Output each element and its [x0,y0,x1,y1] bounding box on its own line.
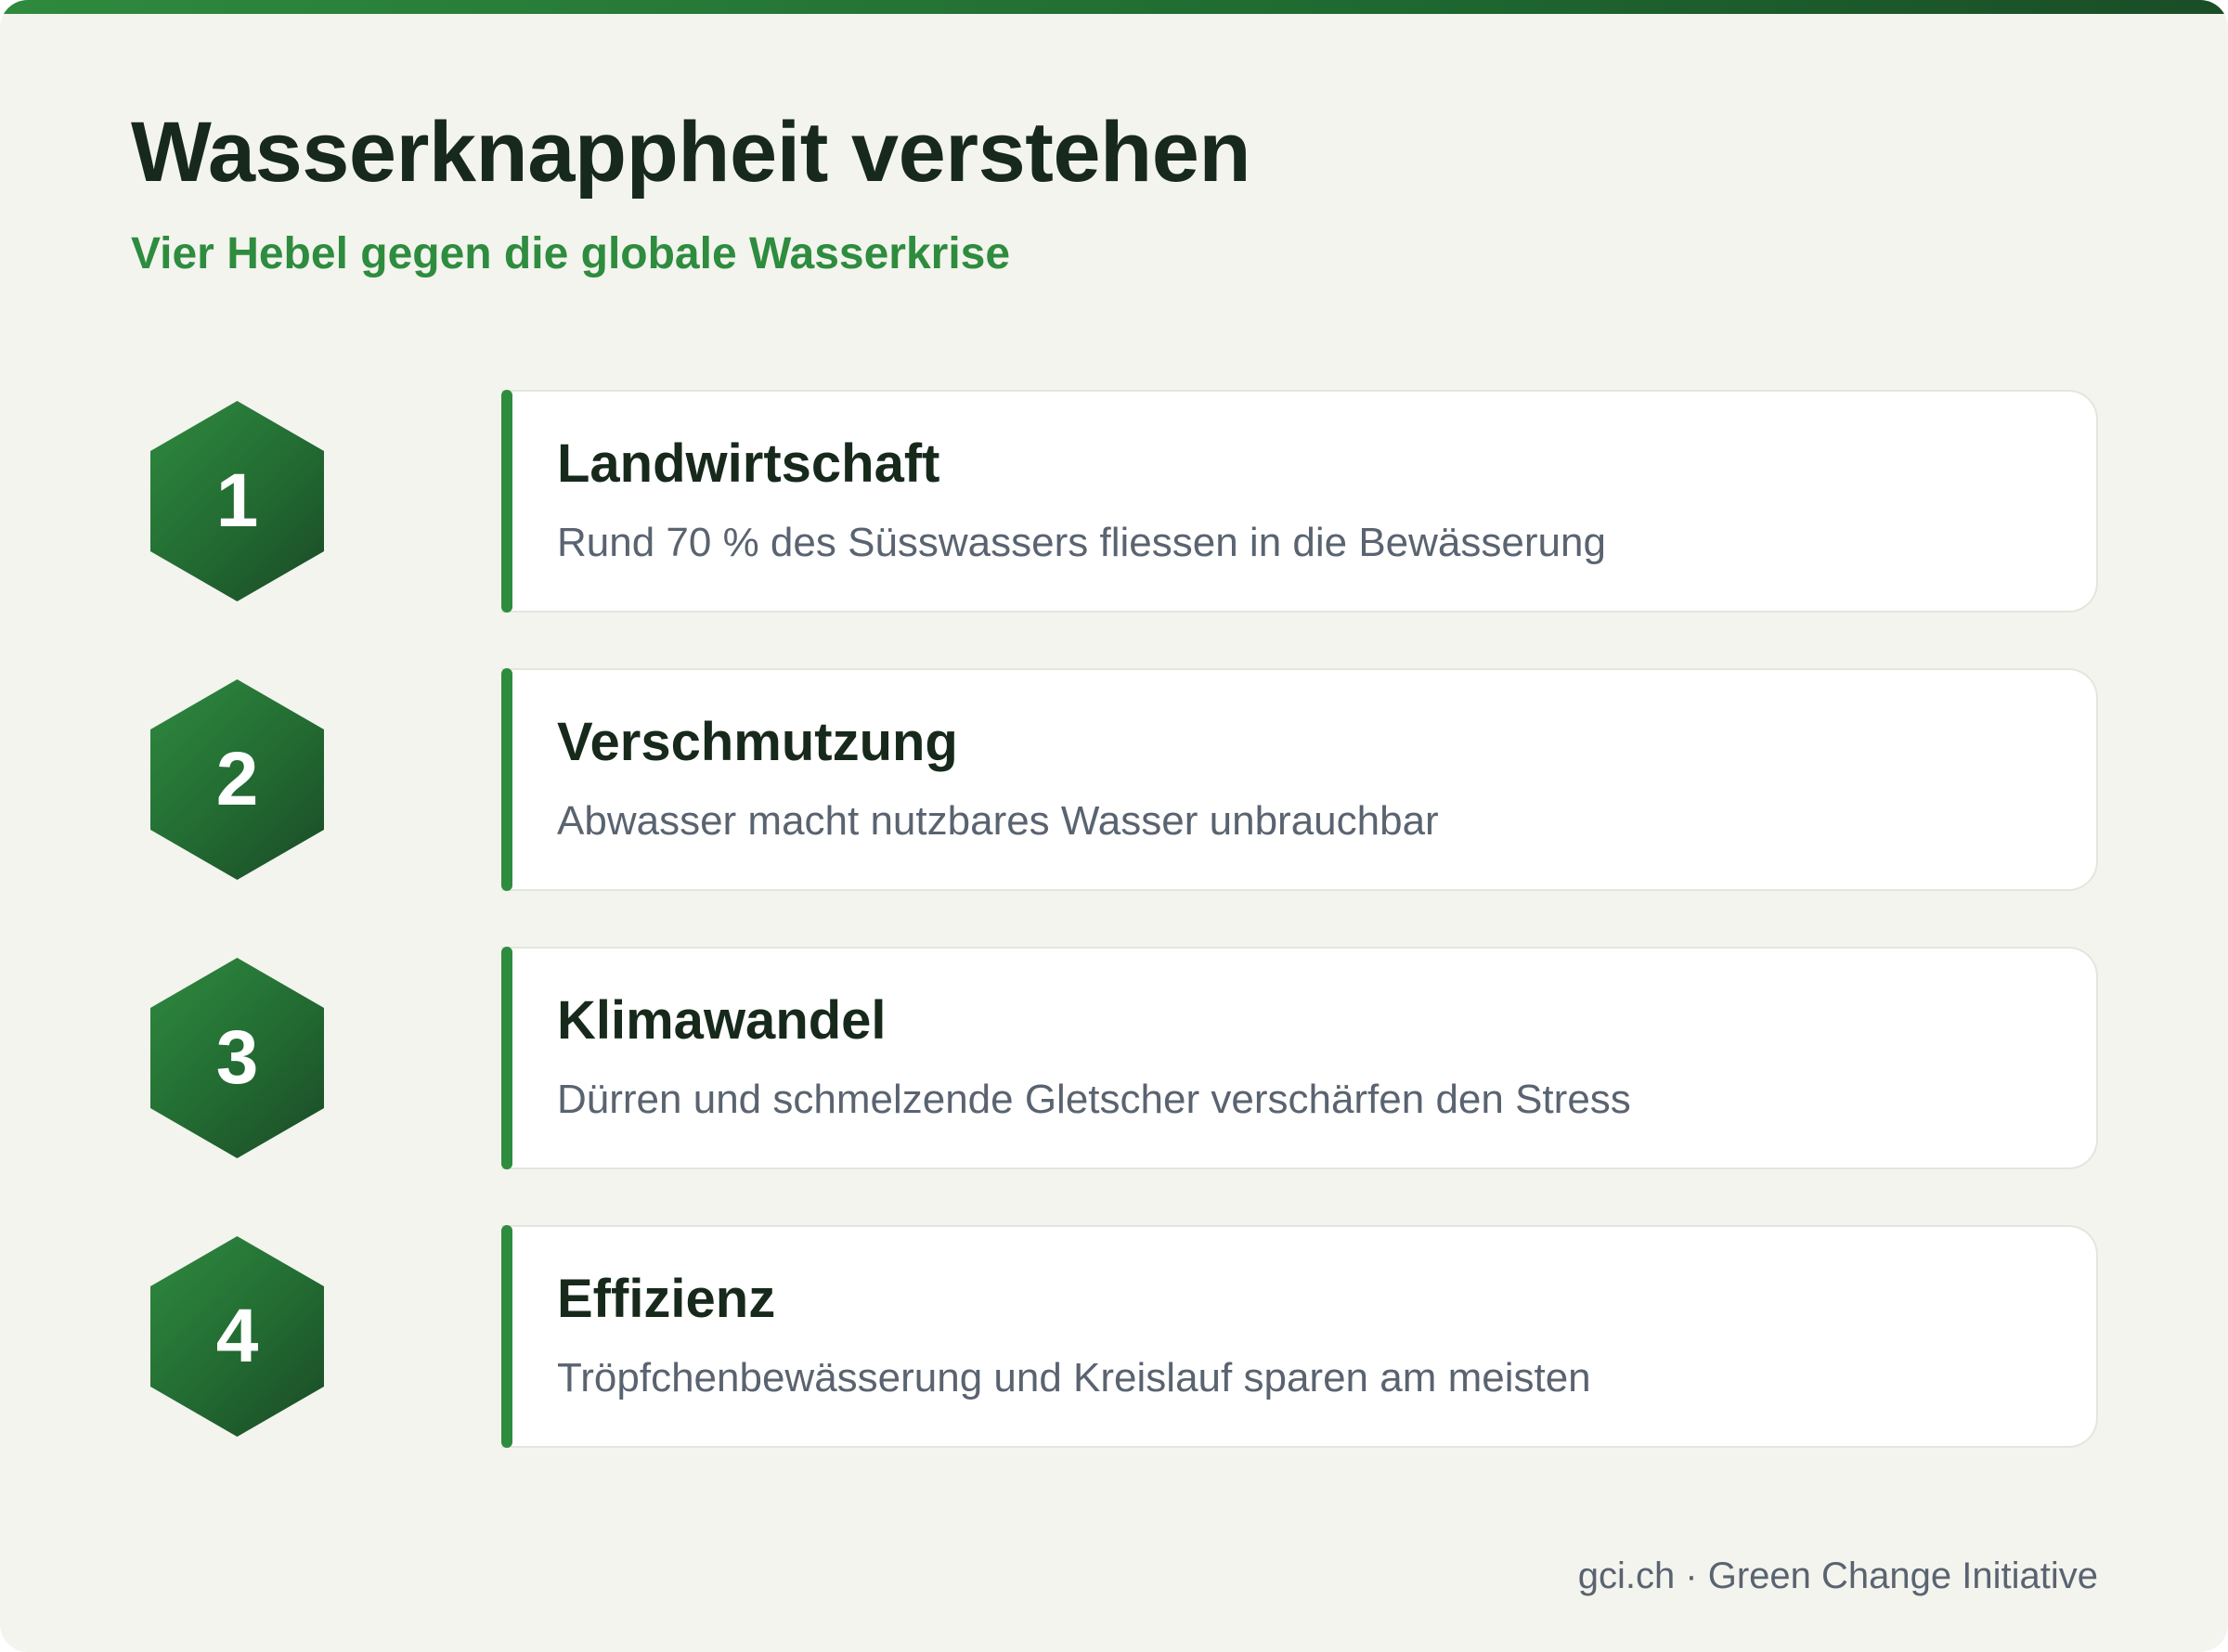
item-title: Effizienz [557,1269,776,1329]
step-number: 3 [215,1015,259,1100]
page-title: Wasserknappheit verstehen [131,105,1251,200]
item-title: Klimawandel [557,990,887,1051]
footer-credit: gci.ch · Green Change Initiative [1577,1555,2098,1596]
top-accent-bar [0,0,2228,14]
step-badge-3: 3 [150,958,324,1158]
list-item-effizienz: Effizienz Tröpfchenbewässerung und Kreis… [501,1225,2098,1448]
item-accent-bar [501,947,512,1169]
item-description: Tröpfchenbewässerung und Kreislauf spare… [557,1355,1591,1400]
item-description: Dürren und schmelzende Gletscher verschä… [557,1077,1631,1122]
item-accent-bar [501,1225,512,1448]
step-number: 1 [215,458,259,543]
item-title: Verschmutzung [557,712,958,772]
list-item-landwirtschaft: Landwirtschaft Rund 70 % des Süsswassers… [501,390,2098,613]
item-title: Landwirtschaft [557,433,940,494]
step-number: 2 [215,737,259,821]
step-number: 4 [215,1294,259,1378]
step-badge-1: 1 [150,401,324,601]
infographic-card: Wasserknappheit verstehen Vier Hebel geg… [0,0,2228,1652]
list-item-verschmutzung: Verschmutzung Abwasser macht nutzbares W… [501,668,2098,891]
step-badge-2: 2 [150,679,324,880]
item-description: Rund 70 % des Süsswassers fliessen in di… [557,520,1606,565]
item-description: Abwasser macht nutzbares Wasser unbrauch… [557,798,1439,844]
page-subtitle: Vier Hebel gegen die globale Wasserkrise [131,229,1011,278]
item-accent-bar [501,390,512,613]
list-item-klimawandel: Klimawandel Dürren und schmelzende Glets… [501,947,2098,1169]
item-accent-bar [501,668,512,891]
step-badge-4: 4 [150,1236,324,1437]
